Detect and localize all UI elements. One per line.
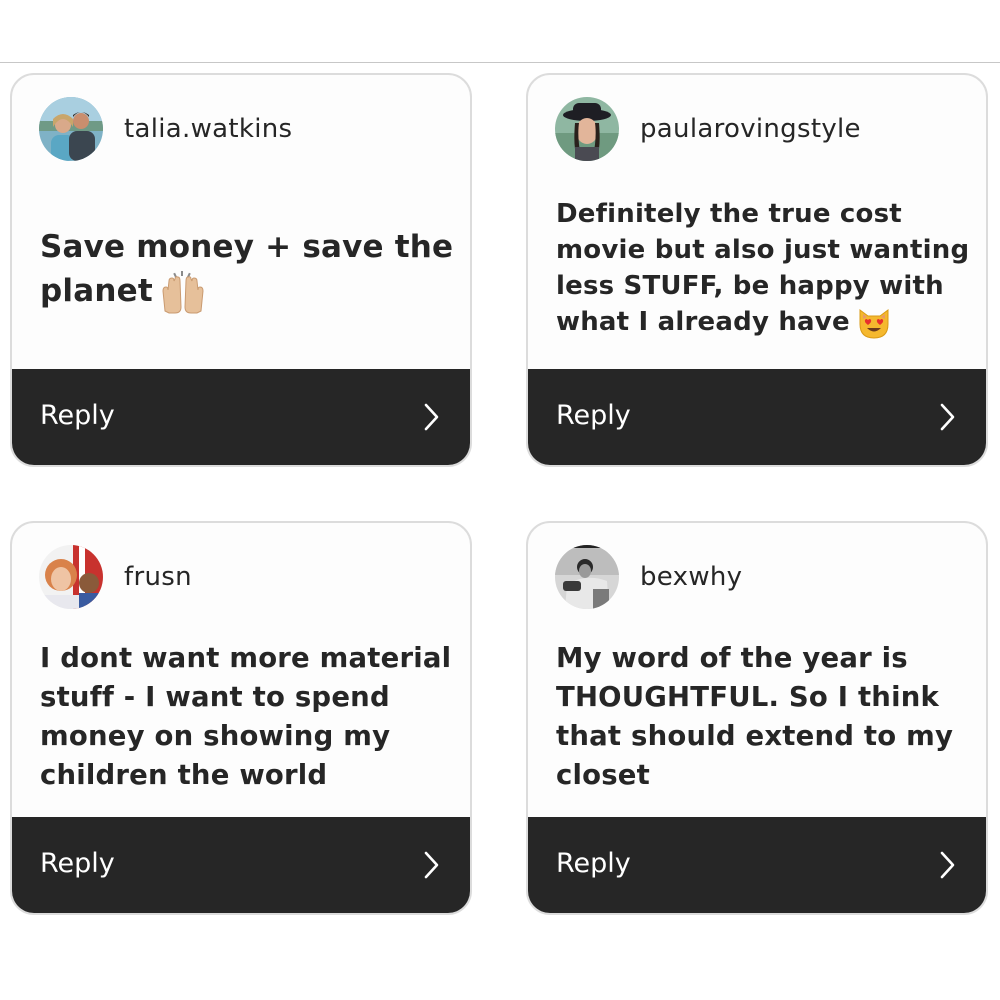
raising-hands-icon bbox=[159, 270, 207, 315]
chevron-right-icon bbox=[424, 851, 439, 879]
top-divider bbox=[0, 62, 1000, 63]
chevron-right-icon bbox=[940, 403, 955, 431]
username[interactable]: talia.watkins bbox=[124, 113, 292, 145]
avatar[interactable] bbox=[39, 545, 103, 609]
reply-label: Reply bbox=[40, 400, 115, 431]
comment-text: Save money + save the planet bbox=[40, 225, 460, 315]
comment-card: talia.watkins Save money + save the plan… bbox=[10, 73, 472, 467]
avatar[interactable] bbox=[555, 545, 619, 609]
comment-body: Save money + save the planet bbox=[40, 229, 454, 309]
chevron-right-icon bbox=[424, 403, 439, 431]
avatar[interactable] bbox=[39, 97, 103, 161]
reply-button[interactable]: Reply bbox=[12, 369, 470, 465]
comment-text: My word of the year is THOUGHTFUL. So I … bbox=[556, 642, 954, 791]
reply-label: Reply bbox=[556, 400, 631, 431]
heart-eyes-cat-icon bbox=[856, 306, 892, 340]
comment-card: frusn I dont want more material stuff - … bbox=[10, 521, 472, 915]
reply-button[interactable]: Reply bbox=[528, 817, 986, 913]
reply-label: Reply bbox=[40, 848, 115, 879]
comment-text: I dont want more material stuff - I want… bbox=[40, 642, 452, 791]
username[interactable]: paularovingstyle bbox=[640, 113, 861, 145]
reply-button[interactable]: Reply bbox=[528, 369, 986, 465]
comment-text: Definitely the true cost movie but also … bbox=[556, 196, 976, 340]
avatar[interactable] bbox=[555, 97, 619, 161]
comment-body: Definitely the true cost movie but also … bbox=[556, 199, 970, 337]
comment-card: bexwhy My word of the year is THOUGHTFUL… bbox=[526, 521, 988, 915]
reply-label: Reply bbox=[556, 848, 631, 879]
chevron-right-icon bbox=[940, 851, 955, 879]
reply-button[interactable]: Reply bbox=[12, 817, 470, 913]
username[interactable]: bexwhy bbox=[640, 561, 742, 593]
comment-card: paularovingstyle Definitely the true cos… bbox=[526, 73, 988, 467]
username[interactable]: frusn bbox=[124, 561, 192, 593]
